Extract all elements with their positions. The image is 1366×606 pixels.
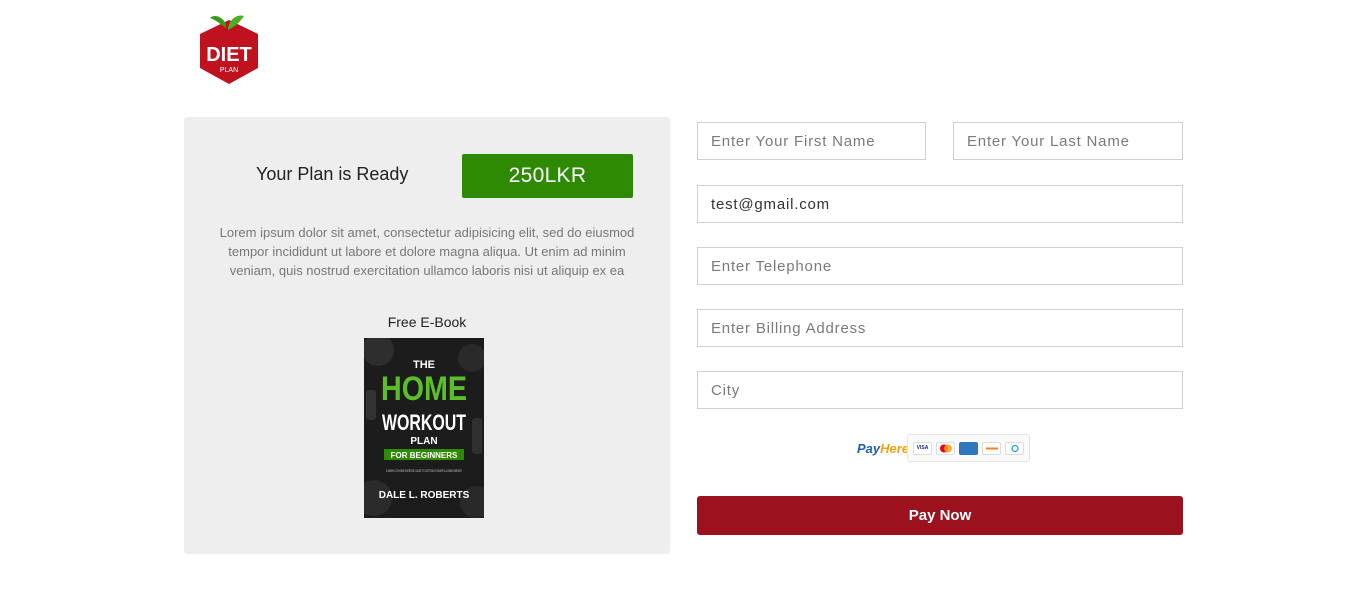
plan-description: Lorem ipsum dolor sit amet, consectetur …: [219, 225, 635, 278]
visa-icon: VISA: [913, 441, 932, 455]
amex-icon: [959, 441, 978, 455]
payment-methods: VISA: [907, 434, 1030, 462]
logo-text: DIET: [206, 44, 252, 66]
book-tagline: A SIMPLE AT-HOME EXERCISE GUIDE TO GETTI…: [386, 469, 462, 473]
book-author: DALE L. ROBERTS: [379, 490, 470, 501]
first-name-input[interactable]: [697, 122, 926, 160]
payhere-logo: PayHere: [857, 440, 910, 456]
payhere-badge: PayHere VISA: [855, 434, 1030, 462]
diet-plan-logo[interactable]: DIET PLAN: [196, 14, 262, 86]
city-input[interactable]: [697, 371, 1183, 409]
pay-now-button[interactable]: Pay Now: [697, 496, 1183, 535]
book-title-home: HOME: [381, 370, 467, 408]
price-badge: 250LKR: [462, 154, 633, 198]
ebook-cover-image[interactable]: THE HOME WORKOUT PLAN FOR BEGINNERS A SI…: [364, 338, 484, 518]
email-input[interactable]: [697, 185, 1183, 223]
book-title-for-beginners: FOR BEGINNERS: [391, 451, 458, 460]
book-title-plan: PLAN: [410, 436, 437, 447]
telephone-input[interactable]: [697, 247, 1183, 285]
mastercard-icon: [936, 441, 955, 455]
logo-subtext: PLAN: [220, 67, 238, 74]
ebook-label: Free E-Book: [387, 314, 467, 330]
plan-title: Your Plan is Ready: [256, 164, 409, 184]
billing-address-input[interactable]: [697, 309, 1183, 347]
discover-icon: [982, 441, 1001, 455]
ezcash-icon: [1005, 441, 1024, 455]
last-name-input[interactable]: [953, 122, 1183, 160]
plan-summary-panel: Your Plan is Ready 250LKR Lorem ipsum do…: [184, 117, 670, 554]
book-title-workout: WORKOUT: [382, 410, 466, 435]
